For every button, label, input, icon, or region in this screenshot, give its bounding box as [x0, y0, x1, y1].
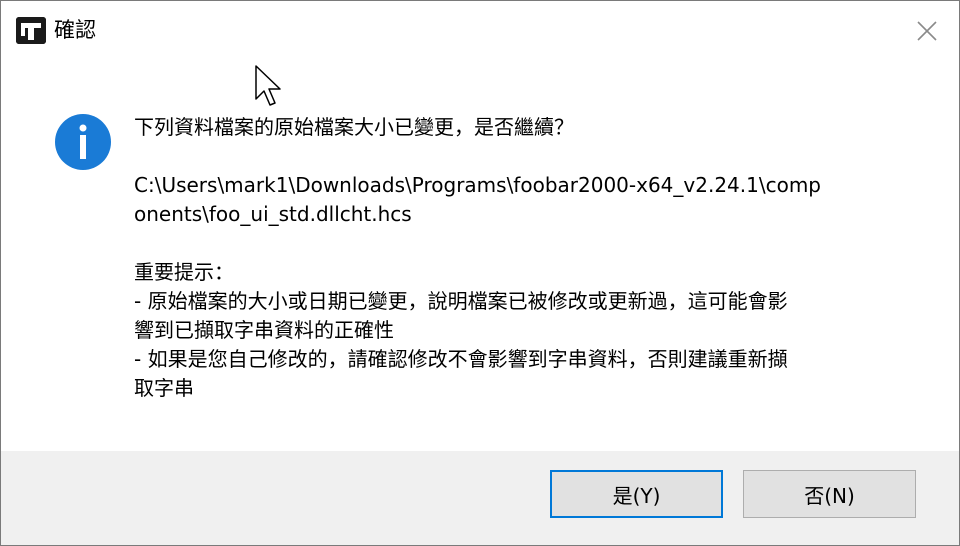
yes-button[interactable]: 是(Y) — [550, 470, 723, 518]
title-bar[interactable]: 確認 — [1, 1, 959, 61]
notice-line-1: - 原始檔案的大小或日期已變更，說明檔案已被修改或更新過，這可能會影 — [134, 289, 788, 313]
question-text: 下列資料檔案的原始檔案大小已變更，是否繼續？ — [134, 115, 574, 139]
file-path-line-2: onents\foo_ui_std.dllcht.hcs — [134, 202, 412, 226]
notice-line-3: - 如果是您自己修改的，請確認修改不會影響到字串資料，否則建議重新擷 — [134, 347, 788, 371]
notice-line-4: 取字串 — [134, 376, 194, 400]
notice-heading: 重要提示： — [134, 260, 234, 284]
file-path-line-1: C:\Users\mark1\Downloads\Programs\foobar… — [134, 173, 821, 197]
window-title: 確認 — [54, 18, 96, 42]
notice-line-2: 響到已擷取字串資料的正確性 — [134, 318, 394, 342]
close-button[interactable] — [909, 15, 945, 47]
info-icon — [54, 113, 112, 171]
confirm-dialog: 確認 下列資料檔案的原始檔案大小已變更，是否繼續？ C:\Users\mark1… — [0, 0, 960, 546]
button-bar: 是(Y) 否(N) — [1, 451, 959, 545]
no-button[interactable]: 否(N) — [743, 470, 916, 518]
app-icon — [16, 17, 46, 44]
close-icon — [917, 21, 937, 41]
message-body: 下列資料檔案的原始檔案大小已變更，是否繼續？ C:\Users\mark1\Do… — [134, 113, 894, 403]
mouse-cursor-icon — [255, 65, 281, 107]
